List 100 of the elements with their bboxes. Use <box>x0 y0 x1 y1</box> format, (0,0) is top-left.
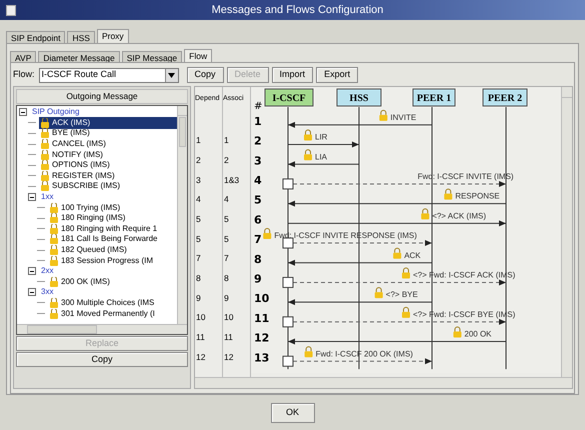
table-cell: 10 <box>196 311 206 324</box>
message-arrow[interactable] <box>292 240 432 246</box>
table-cell: 1 <box>224 134 229 147</box>
toolbar-button[interactable]: Copy <box>186 67 224 83</box>
table-cell: 7 <box>224 252 229 266</box>
tab[interactable]: Flow <box>184 49 212 62</box>
tree-item[interactable]: 300 Multiple Choices (IMS <box>48 296 156 309</box>
message-arrow[interactable] <box>288 161 360 168</box>
tab[interactable]: AVP <box>10 51 36 62</box>
collapse-icon[interactable] <box>28 267 36 276</box>
vertical-scrollbar[interactable] <box>177 106 187 324</box>
tab[interactable]: Diameter Message <box>38 51 120 62</box>
message-arrow[interactable] <box>292 180 506 187</box>
row-number: 5 <box>254 194 262 207</box>
toolbar-button[interactable]: Export <box>316 67 358 83</box>
collapse-icon[interactable] <box>19 108 27 116</box>
padlock-icon <box>304 130 312 141</box>
row-number: 2 <box>254 134 262 148</box>
tree-item[interactable]: 100 Trying (IMS) <box>48 202 122 214</box>
message-arrow[interactable] <box>288 338 506 345</box>
message-arrow[interactable] <box>288 142 360 148</box>
tree-item[interactable]: 3xx <box>39 286 56 298</box>
table-cell: 5 <box>224 232 229 246</box>
tree-item[interactable]: 301 Moved Permanently (I <box>48 308 157 320</box>
row-number: 8 <box>254 252 262 266</box>
padlock-icon <box>402 267 410 278</box>
entity-header: I-CSCF <box>264 88 314 106</box>
tab[interactable]: Proxy <box>96 29 129 43</box>
tab[interactable]: SIP Message <box>122 51 182 62</box>
tab[interactable]: SIP Endpoint <box>6 31 66 43</box>
tree-item[interactable]: CANCEL (IMS) <box>39 138 108 150</box>
padlock-icon <box>402 306 410 318</box>
message-label: ACK <box>404 250 421 260</box>
tree-item[interactable]: REGISTER (IMS) <box>39 170 117 182</box>
tree-item[interactable]: 1xx <box>39 191 56 204</box>
message-label: LIR <box>315 132 328 142</box>
padlock-icon <box>393 248 402 259</box>
row-number: 1 <box>254 114 262 128</box>
tree-item[interactable]: 183 Session Progress (IM <box>48 254 156 267</box>
table-cell: 1&3 <box>224 174 240 186</box>
table-cell: 7 <box>196 252 201 266</box>
table-cell: 2 <box>224 154 229 167</box>
tree-item[interactable]: 180 Ringing (IMS) <box>48 212 128 224</box>
message-arrow[interactable] <box>288 299 432 306</box>
tree-item[interactable]: ACK (IMS) <box>39 116 177 129</box>
table-cell: 9 <box>224 292 229 304</box>
message-label: INVITE <box>390 112 416 122</box>
padlock-icon <box>50 276 58 287</box>
flow-dropdown[interactable]: I-CSCF Route Call <box>38 68 179 82</box>
entity-header: PEER 1 <box>412 88 456 106</box>
padlock-icon <box>374 287 383 298</box>
message-arrow[interactable] <box>292 358 432 364</box>
tree-item[interactable]: 2xx <box>39 265 56 278</box>
toolbar-button[interactable]: Import <box>272 67 314 83</box>
padlock-icon <box>304 346 313 358</box>
horizontal-scrollbar[interactable] <box>195 377 572 388</box>
message-arrow[interactable] <box>292 279 506 286</box>
window-title: Messages and Flows Configuration <box>210 2 384 18</box>
tree-item[interactable]: 200 OK (IMS) <box>48 276 112 288</box>
collapse-icon[interactable] <box>28 288 36 296</box>
table-cell: 2 <box>196 154 201 167</box>
toolbar-button[interactable]: Copy <box>16 352 188 367</box>
message-arrow[interactable] <box>288 122 432 128</box>
vertical-scrollbar[interactable] <box>561 87 572 377</box>
message-arrow[interactable] <box>288 200 506 207</box>
row-number: 9 <box>254 272 262 286</box>
table-cell: 5 <box>224 212 229 226</box>
ok-button[interactable]: OK <box>270 402 314 422</box>
entity-header: PEER 2 <box>482 88 528 106</box>
tree-item[interactable]: BYE (IMS) <box>39 127 92 140</box>
tree-item[interactable]: NOTIFY (IMS) <box>39 148 105 161</box>
row-number: 13 <box>254 351 270 364</box>
table-cell: 5 <box>196 232 201 246</box>
message-label: RESPONSE <box>455 192 500 201</box>
message-label: 200 OK <box>464 330 492 339</box>
table-cell: 3 <box>196 174 201 186</box>
tree-item[interactable]: 182 Queued (IMS) <box>48 244 129 256</box>
message-label: <?> BYE <box>386 290 418 300</box>
padlock-icon <box>379 110 388 121</box>
collapse-icon[interactable] <box>28 193 36 202</box>
table-cell: 11 <box>224 331 233 344</box>
panel-header[interactable]: Outgoing Message <box>16 89 188 104</box>
message-arrow[interactable] <box>288 220 506 226</box>
horizontal-scrollbar[interactable] <box>17 324 187 334</box>
number-header: # <box>254 101 262 112</box>
tree-item[interactable]: OPTIONS (IMS) <box>39 159 112 172</box>
tab[interactable]: HSS <box>67 31 95 43</box>
tree-item[interactable]: 180 Ringing with Require 1 <box>48 222 160 235</box>
table-cell: 10 <box>224 311 234 324</box>
table-cell: 12 <box>196 350 206 364</box>
table-cell: 5 <box>196 212 201 226</box>
tree-item[interactable]: 181 Call Is Being Forwarde <box>48 233 160 246</box>
tree-item[interactable]: SIP Outgoing <box>30 106 82 118</box>
padlock-icon <box>304 149 312 160</box>
entity-header: HSS <box>336 88 382 106</box>
table-cell: 8 <box>196 272 201 285</box>
message-arrow[interactable] <box>292 318 506 325</box>
padlock-icon <box>263 228 272 240</box>
tree-item[interactable]: SUBSCRIBE (IMS) <box>39 180 122 192</box>
message-arrow[interactable] <box>288 260 432 266</box>
